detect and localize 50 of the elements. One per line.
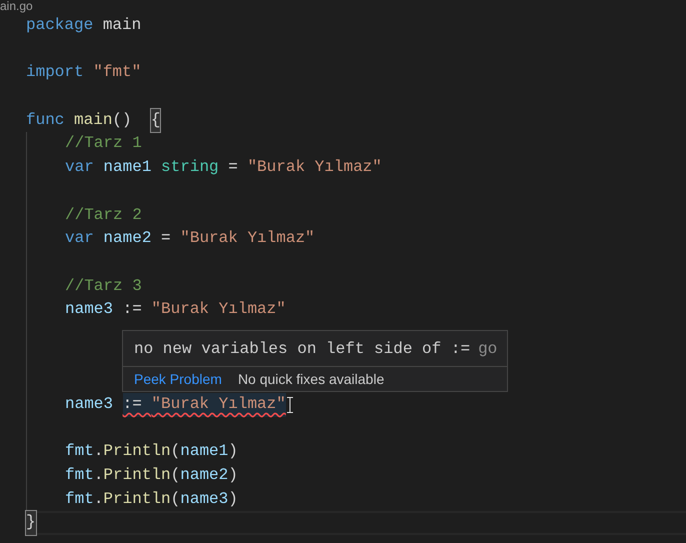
code-token: Println	[103, 441, 171, 462]
code-token: .	[94, 465, 104, 486]
code-token: name3	[180, 488, 228, 510]
code-token: =	[160, 228, 172, 250]
code-token: name2	[102, 228, 152, 250]
matched-bracket: }	[26, 511, 36, 536]
code-token: name3	[65, 394, 114, 415]
code-token: //Tarz 2	[65, 204, 142, 226]
code-token: name2	[180, 465, 228, 486]
code-token: =	[227, 157, 239, 178]
error-code-token: :=	[122, 393, 152, 417]
matched-bracket: {	[150, 108, 160, 132]
code-token: fmt	[65, 441, 94, 462]
code-token: name3	[65, 299, 114, 320]
code-token: Println	[103, 488, 171, 510]
code-token: func	[26, 110, 64, 131]
code-token: (	[170, 465, 180, 486]
code-token: //Tarz 1	[65, 133, 142, 154]
code-token: var	[65, 228, 94, 250]
error-code-token: "Burak Yılmaz"	[151, 393, 286, 417]
code-token: "Burak Yılmaz"	[151, 299, 286, 320]
file-tab-title[interactable]: ain.go	[0, 0, 686, 12]
code-token: package	[26, 15, 94, 36]
code-token: Println	[103, 465, 171, 486]
error-message: no new variables on left side of :=	[134, 338, 470, 360]
code-token: :=	[122, 299, 143, 320]
error-source: go	[478, 338, 498, 360]
code-token: ()	[112, 110, 133, 131]
code-token: main	[102, 15, 142, 36]
code-token: var	[65, 157, 94, 178]
code-token: )	[228, 441, 238, 462]
code-token: (	[170, 488, 180, 510]
code-token: )	[228, 465, 238, 486]
quick-fix-status: No quick fixes available	[238, 370, 384, 389]
code-token: "Burak Yılmaz"	[180, 228, 315, 250]
code-token: //Tarz 3	[65, 276, 142, 297]
peek-problem-link[interactable]: Peek Problem	[134, 368, 222, 390]
code-token: main	[73, 110, 112, 131]
code-token: .	[94, 441, 104, 462]
code-token: fmt	[65, 465, 94, 486]
code-token: string	[161, 157, 219, 178]
code-token: )	[228, 488, 238, 510]
code-token: name1	[102, 157, 152, 178]
code-token: .	[94, 488, 104, 510]
code-token: fmt	[65, 488, 94, 510]
code-token: "fmt"	[92, 62, 142, 84]
code-token: name1	[180, 441, 228, 462]
code-token: "Burak Yılmaz"	[247, 157, 382, 178]
code-token: (	[170, 441, 180, 462]
code-token: import	[26, 62, 84, 84]
